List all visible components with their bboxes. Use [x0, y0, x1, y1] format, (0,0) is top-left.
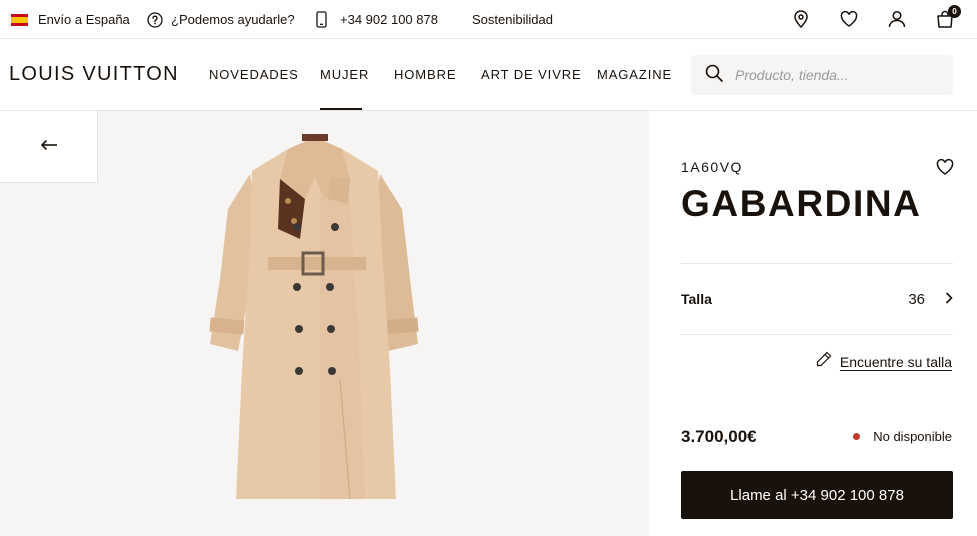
phone-icon [316, 11, 327, 28]
find-size-label: Encuentre su talla [839, 353, 952, 370]
help-label: ¿Podemos ayudarle? [171, 12, 295, 27]
location-pin-icon[interactable] [790, 8, 812, 30]
chevron-right-icon [945, 291, 953, 309]
search-input[interactable] [735, 67, 935, 83]
sustainability-label: Sostenibilidad [472, 12, 553, 27]
ruler-pencil-icon [816, 351, 832, 372]
back-button[interactable] [0, 111, 98, 183]
size-value: 36 [908, 290, 925, 308]
trench-coat-image[interactable] [200, 129, 430, 529]
shipping-country-link[interactable]: Envío a España [11, 0, 130, 39]
shopping-bag-icon[interactable]: 0 [934, 5, 961, 30]
help-link[interactable]: ¿Podemos ayudarle? [147, 0, 295, 39]
size-label: Talla [681, 291, 712, 307]
product-gallery [0, 111, 649, 536]
find-size-link[interactable]: Encuentre su talla [816, 351, 952, 372]
availability-status: No disponible [853, 429, 952, 444]
call-button[interactable]: Llame al +34 902 100 878 [681, 471, 953, 519]
product-price: 3.700,00€ [681, 427, 757, 446]
search-box[interactable] [691, 55, 953, 95]
cart-count-badge: 0 [948, 5, 961, 18]
heart-icon[interactable] [838, 8, 860, 30]
product-details-panel: 1A60VQ GABARDINA Talla 36 Encuentre su t… [649, 111, 977, 536]
main-header: LOUIS VUITTON NOVEDADES MUJER HOMBRE ART… [0, 39, 977, 111]
arrow-left-icon [40, 138, 58, 156]
unavailable-dot-icon [853, 433, 861, 440]
availability-label: No disponible [873, 429, 952, 444]
nav-hombre[interactable]: HOMBRE [394, 67, 456, 82]
spain-flag-icon [11, 13, 28, 26]
size-selector[interactable]: Talla 36 [681, 264, 953, 334]
shipping-country-label: Envío a España [38, 12, 130, 27]
user-icon[interactable] [886, 8, 908, 30]
sustainability-link[interactable]: Sostenibilidad [472, 0, 553, 39]
nav-mujer[interactable]: MUJER [320, 67, 369, 82]
phone-label: +34 902 100 878 [340, 12, 438, 27]
divider [681, 334, 953, 335]
wishlist-heart-icon[interactable] [934, 156, 956, 178]
nav-active-indicator [320, 108, 362, 110]
nav-novedades[interactable]: NOVEDADES [209, 67, 299, 82]
nav-art-de-vivre[interactable]: ART DE VIVRE [481, 67, 582, 82]
search-icon [705, 64, 723, 87]
product-title: GABARDINA [681, 183, 922, 224]
nav-magazine[interactable]: MAGAZINE [597, 67, 672, 82]
utility-bar: Envío a España ¿Podemos ayudarle? +34 90… [0, 0, 977, 39]
phone-link[interactable]: +34 902 100 878 [316, 0, 438, 39]
product-sku: 1A60VQ [681, 159, 743, 175]
brand-logo[interactable]: LOUIS VUITTON [9, 63, 179, 86]
question-circle-icon [147, 11, 163, 28]
